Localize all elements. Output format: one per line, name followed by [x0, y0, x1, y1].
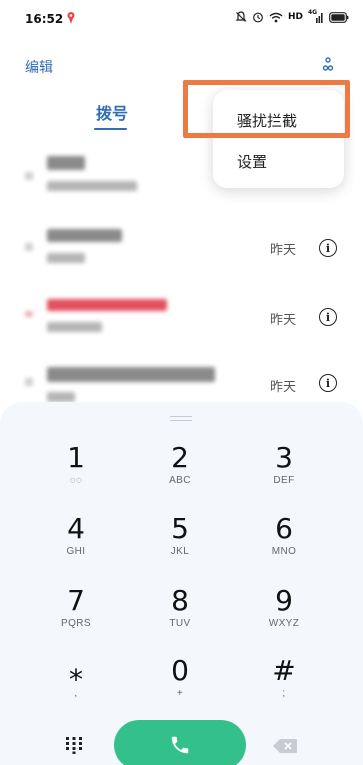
edit-button[interactable]: 编辑: [25, 57, 53, 77]
key-letters: JKL: [170, 546, 190, 557]
call-log-row[interactable]: 昨天 i: [0, 215, 363, 280]
key-digit: #: [272, 654, 296, 687]
key-digit: 1: [67, 441, 85, 474]
key-star[interactable]: ⁎ ,: [26, 655, 126, 715]
key-1[interactable]: 1 ◌◌: [26, 442, 126, 502]
alarm-clock-icon: [253, 12, 263, 23]
key-digit: 6: [275, 512, 293, 545]
key-digit: 5: [171, 512, 189, 545]
phone-icon: [171, 736, 189, 754]
battery-icon: [329, 11, 349, 23]
backspace-icon[interactable]: [273, 739, 297, 753]
key-3[interactable]: 3 DEF: [234, 442, 334, 502]
signal-bars-icon: [316, 12, 323, 23]
key-letters: DEF: [273, 475, 295, 486]
key-digit: 7: [67, 584, 85, 617]
row-avatar: [25, 172, 33, 180]
key-letters: WXYZ: [268, 618, 300, 629]
key-2[interactable]: 2 ABC: [130, 442, 230, 502]
key-4[interactable]: 4 GHI: [26, 513, 126, 573]
key-hash[interactable]: # ;: [234, 655, 334, 715]
key-9[interactable]: 9 WXYZ: [234, 585, 334, 645]
menu-item-settings[interactable]: 设置: [237, 151, 267, 172]
info-icon[interactable]: i: [319, 374, 337, 392]
call-date: 昨天: [270, 243, 297, 258]
call-date: 昨天: [270, 313, 297, 328]
key-digit: 3: [275, 441, 293, 474]
status-time: 16:52: [25, 12, 64, 26]
key-digit: 8: [171, 584, 189, 617]
drag-handle[interactable]: [170, 416, 192, 421]
contact-number-redacted: [47, 322, 102, 332]
key-8[interactable]: 8 TUV: [130, 585, 230, 645]
key-6[interactable]: 6 MNO: [234, 513, 334, 573]
key-letters: TUV: [169, 618, 191, 629]
call-log-row[interactable]: 昨天 i: [0, 283, 363, 348]
alarm-off-icon: [235, 11, 247, 22]
key-letters: +: [176, 688, 184, 699]
key-digit: 4: [67, 512, 85, 545]
row-avatar: [25, 311, 33, 317]
contact-number-redacted: [47, 181, 137, 191]
key-digit: 2: [171, 441, 189, 474]
hd-label: HD: [287, 12, 303, 22]
tab-dial-indicator: [94, 128, 127, 130]
contact-number-redacted: [47, 392, 75, 402]
voicemail-icon: ◌◌: [69, 475, 83, 486]
highlight-annotation: [183, 80, 350, 138]
wifi-icon: [269, 12, 283, 22]
key-5[interactable]: 5 JKL: [130, 513, 230, 573]
more-vertical-icon[interactable]: [322, 56, 334, 74]
info-icon[interactable]: i: [319, 239, 337, 257]
key-letters: ABC: [169, 475, 191, 486]
call-button[interactable]: [114, 720, 246, 765]
contact-name-redacted: [47, 229, 122, 242]
row-avatar: [25, 243, 33, 251]
key-letters: MNO: [271, 546, 297, 557]
key-letters: GHI: [66, 546, 86, 557]
contact-name-redacted: [47, 299, 167, 311]
status-bar: 16:52 HD 4G: [0, 0, 363, 38]
location-pin-icon: [67, 12, 75, 24]
row-avatar: [25, 378, 33, 386]
key-7[interactable]: 7 PQRS: [26, 585, 126, 645]
key-letters: ;: [282, 688, 286, 699]
contact-number-redacted: [47, 253, 85, 263]
tab-dial[interactable]: 拨号: [96, 100, 128, 124]
key-digit: 0: [171, 654, 189, 687]
info-icon[interactable]: i: [319, 308, 337, 326]
key-0[interactable]: 0 +: [130, 655, 230, 715]
key-letters: PQRS: [61, 618, 91, 629]
key-digit: 9: [275, 584, 293, 617]
call-date: 昨天: [270, 380, 297, 395]
status-icons: HD 4G: [235, 9, 349, 23]
signal-icon: 4G: [308, 9, 324, 23]
contact-name-redacted: [47, 367, 215, 382]
key-letters: ,: [74, 688, 78, 699]
key-digit: ⁎: [69, 654, 83, 687]
dialpad-toggle-icon[interactable]: [64, 736, 84, 754]
contact-name-redacted: [47, 156, 85, 170]
